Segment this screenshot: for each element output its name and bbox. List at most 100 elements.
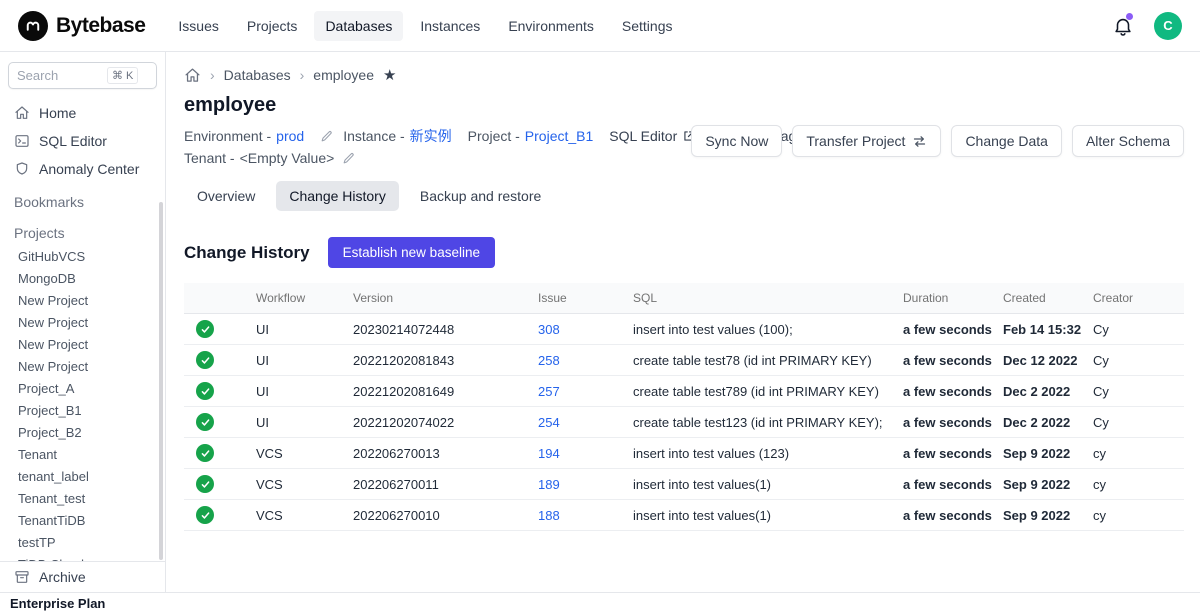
bytebase-logo-icon: [18, 11, 48, 41]
breadcrumb-databases[interactable]: Databases: [224, 67, 291, 83]
column-duration: Duration: [895, 283, 995, 314]
home-icon[interactable]: [184, 67, 201, 84]
change-data-button[interactable]: Change Data: [951, 125, 1062, 157]
issue-link[interactable]: 257: [538, 384, 560, 399]
sidebar-item-anomaly-center[interactable]: Anomaly Center: [0, 155, 165, 183]
status-done-icon: [196, 320, 214, 338]
sidebar-project-item[interactable]: GitHubVCS: [0, 245, 165, 267]
sidebar-scrollbar[interactable]: [159, 202, 163, 560]
sidebar-project-item[interactable]: Project_B2: [0, 421, 165, 443]
issue-link[interactable]: 308: [538, 322, 560, 337]
sql-editor-link[interactable]: SQL Editor: [609, 128, 696, 144]
sidebar-project-item[interactable]: Project_B1: [0, 399, 165, 421]
cell-duration: a few seconds: [895, 407, 995, 438]
avatar[interactable]: C: [1154, 12, 1182, 40]
table-row[interactable]: VCS 202206270013 194 insert into test va…: [184, 438, 1184, 469]
shield-icon: [14, 161, 30, 177]
project-list: GitHubVCSMongoDBNew ProjectNew ProjectNe…: [0, 245, 165, 575]
table-row[interactable]: UI 20221202074022 254 create table test1…: [184, 407, 1184, 438]
transfer-project-button[interactable]: Transfer Project: [792, 125, 941, 157]
table-row[interactable]: UI 20221202081649 257 create table test7…: [184, 376, 1184, 407]
database-meta: Environment - prod Instance - 新实例 Projec…: [184, 125, 691, 169]
sync-now-button[interactable]: Sync Now: [691, 125, 782, 157]
detail-tabs: Overview Change History Backup and restore: [184, 181, 1184, 211]
archive-icon: [14, 569, 30, 585]
instance-link[interactable]: 新实例: [410, 126, 452, 146]
brand-name: Bytebase: [56, 14, 145, 38]
sidebar-project-item[interactable]: New Project: [0, 311, 165, 333]
issue-link[interactable]: 189: [538, 477, 560, 492]
table-row[interactable]: UI 20221202081843 258 create table test7…: [184, 345, 1184, 376]
status-done-icon: [196, 351, 214, 369]
cell-workflow: UI: [248, 407, 345, 438]
sidebar-project-item[interactable]: Project_A: [0, 377, 165, 399]
table-row[interactable]: VCS 202206270010 188 insert into test va…: [184, 500, 1184, 531]
topnav-item[interactable]: Environments: [497, 11, 605, 41]
project-link[interactable]: Project_B1: [525, 128, 593, 144]
sidebar-item-home[interactable]: Home: [0, 99, 165, 127]
brand[interactable]: Bytebase: [18, 11, 145, 41]
change-history-table: Workflow Version Issue SQL Duration Crea…: [184, 283, 1184, 531]
tab[interactable]: Overview: [184, 181, 268, 211]
edit-tenant-pen-icon[interactable]: [342, 152, 355, 165]
home-icon: [14, 105, 30, 121]
main-content: › Databases › employee ★ employee Enviro…: [166, 52, 1200, 592]
cell-created: Dec 12 2022: [995, 345, 1085, 376]
table-row[interactable]: VCS 202206270011 189 insert into test va…: [184, 469, 1184, 500]
plan-bar: Enterprise Plan: [0, 592, 1200, 613]
issue-link[interactable]: 194: [538, 446, 560, 461]
search-box[interactable]: ⌘ K: [8, 62, 157, 89]
status-done-icon: [196, 506, 214, 524]
change-history-heading: Change History: [184, 243, 310, 263]
sidebar-project-item[interactable]: testTP: [0, 531, 165, 553]
sidebar-project-item[interactable]: Tenant: [0, 443, 165, 465]
sidebar-project-item[interactable]: MongoDB: [0, 267, 165, 289]
cell-version: 202206270010: [345, 500, 530, 531]
sidebar: ⌘ K Home SQL Editor Anomaly Center: [0, 52, 166, 592]
tab[interactable]: Change History: [276, 181, 399, 211]
topnav-item[interactable]: Issues: [167, 11, 229, 41]
cell-version: 20221202081843: [345, 345, 530, 376]
cell-duration: a few seconds: [895, 376, 995, 407]
sidebar-item-sql-editor[interactable]: SQL Editor: [0, 127, 165, 155]
topnav-item[interactable]: Settings: [611, 11, 684, 41]
notification-bell-icon[interactable]: [1112, 15, 1134, 37]
projects-section-label[interactable]: Projects: [0, 214, 165, 245]
search-input[interactable]: [17, 68, 107, 83]
app-window: Bytebase IssuesProjectsDatabasesInstance…: [0, 0, 1200, 613]
topnav-item[interactable]: Projects: [236, 11, 309, 41]
cell-duration: a few seconds: [895, 469, 995, 500]
chevron-right-icon: ›: [300, 67, 305, 83]
sidebar-project-item[interactable]: New Project: [0, 289, 165, 311]
cell-version: 20221202081649: [345, 376, 530, 407]
issue-link[interactable]: 254: [538, 415, 560, 430]
tab[interactable]: Backup and restore: [407, 181, 554, 211]
establish-baseline-button[interactable]: Establish new baseline: [328, 237, 495, 268]
sidebar-project-item[interactable]: New Project: [0, 333, 165, 355]
bookmark-star-icon[interactable]: ★: [383, 66, 396, 84]
topnav-item[interactable]: Instances: [409, 11, 491, 41]
sidebar-item-archive[interactable]: Archive: [0, 561, 165, 592]
sidebar-project-item[interactable]: TenantTiDB: [0, 509, 165, 531]
cell-workflow: VCS: [248, 500, 345, 531]
issue-link[interactable]: 258: [538, 353, 560, 368]
sidebar-project-item[interactable]: Tenant_test: [0, 487, 165, 509]
environment-link[interactable]: prod: [276, 128, 304, 144]
topnav-item[interactable]: Databases: [314, 11, 403, 41]
action-buttons: Sync Now Transfer Project Change Data Al…: [691, 125, 1184, 157]
cell-version: 20230214072448: [345, 314, 530, 345]
chevron-right-icon: ›: [210, 67, 215, 83]
alter-schema-button[interactable]: Alter Schema: [1072, 125, 1184, 157]
bookmarks-section-label[interactable]: Bookmarks: [0, 183, 165, 214]
cell-workflow: UI: [248, 314, 345, 345]
sidebar-item-label: Home: [39, 105, 76, 121]
sidebar-project-item[interactable]: New Project: [0, 355, 165, 377]
issue-link[interactable]: 188: [538, 508, 560, 523]
tenant-value: <Empty Value>: [240, 150, 335, 166]
sidebar-project-item[interactable]: tenant_label: [0, 465, 165, 487]
cell-created: Sep 9 2022: [995, 438, 1085, 469]
terminal-icon: [14, 133, 30, 149]
table-row[interactable]: UI 20230214072448 308 insert into test v…: [184, 314, 1184, 345]
cell-sql: insert into test values (100);: [625, 314, 895, 345]
plan-label[interactable]: Enterprise Plan: [10, 596, 105, 611]
